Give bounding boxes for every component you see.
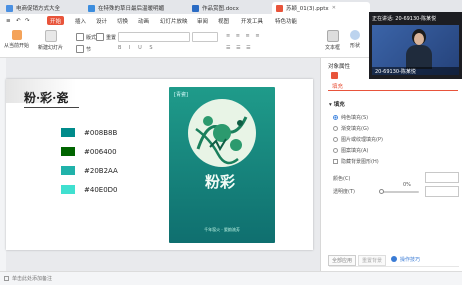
menu-view[interactable]: 视图 xyxy=(215,16,232,25)
document-icon xyxy=(6,4,13,12)
checkbox-hide-background[interactable]: 隐藏背景图形(H) xyxy=(333,158,379,165)
speaking-indicator: 正在讲话: 20-69130-陈某悦 xyxy=(372,16,437,22)
tab-label: 作品赏图.docx xyxy=(202,6,239,12)
fill-section-header[interactable]: ▾ 填充 xyxy=(329,100,345,108)
close-icon[interactable]: ✕ xyxy=(332,5,336,11)
radio-selected-icon xyxy=(333,115,338,120)
tab-article[interactable]: 在特殊的草日最后温暖明媚 xyxy=(84,2,192,14)
menu-design[interactable]: 设计 xyxy=(93,16,110,25)
swatch-label[interactable]: #40E0D0 xyxy=(84,186,118,194)
transparency-slider[interactable] xyxy=(381,191,419,193)
apply-all-button[interactable]: 全部应用 xyxy=(328,255,357,266)
video-call-overlay[interactable]: 正在讲话: 20-69130-陈某悦 20-69130-陈某悦 xyxy=(369,12,462,79)
font-size-select[interactable] xyxy=(192,32,218,42)
shapes-button[interactable]: 形状 xyxy=(350,30,360,49)
tab-label: 电商促销方式大全 xyxy=(16,6,61,12)
poster-tag: [青瓷] xyxy=(174,92,188,98)
menu-slideshow[interactable]: 幻灯片放映 xyxy=(157,16,191,25)
color-swatch[interactable] xyxy=(61,147,75,156)
transparency-input[interactable] xyxy=(425,186,459,197)
reset-background-button[interactable]: 重置背景 xyxy=(358,255,387,266)
person-body xyxy=(406,45,432,69)
transparency-label: 透明度(T) xyxy=(333,189,355,195)
menu-transition[interactable]: 切换 xyxy=(114,16,131,25)
tab-ecommerce[interactable]: 电商促销方式大全 xyxy=(2,2,88,14)
swatch-label[interactable]: #006400 xyxy=(84,148,117,156)
video-frame: 20-69130-陈某悦 xyxy=(372,25,459,75)
document-icon xyxy=(88,4,95,12)
poster-image[interactable]: [青瓷] 粉彩 千年窑火 · 瓷韵流芳 xyxy=(169,87,275,243)
menu-review[interactable]: 审阅 xyxy=(194,16,211,25)
notes-icon xyxy=(4,276,9,281)
checkbox-icon xyxy=(333,159,338,164)
color-swatch[interactable] xyxy=(61,185,75,194)
color-picker[interactable] xyxy=(425,172,459,183)
tab-docx[interactable]: 作品赏图.docx xyxy=(188,2,276,14)
color-swatch[interactable] xyxy=(61,128,75,137)
fill-section-label: 填充 xyxy=(333,102,345,108)
tips-icon[interactable] xyxy=(391,256,397,262)
reset-icon xyxy=(96,33,104,41)
participant-name: 20-69130-陈某悦 xyxy=(375,69,416,75)
menu-home[interactable]: 开始 xyxy=(47,16,65,25)
radio-picture-fill[interactable]: 图片或纹理填充(P) xyxy=(333,136,383,143)
word-icon xyxy=(192,4,199,12)
person-face xyxy=(414,33,424,45)
layout-button[interactable]: 版式 xyxy=(76,33,96,41)
menu-insert[interactable]: 插入 xyxy=(72,16,89,25)
menu-features[interactable]: 特色功能 xyxy=(272,16,300,25)
slider-handle[interactable] xyxy=(379,189,384,194)
radio-icon xyxy=(333,137,338,142)
align-group[interactable]: ☰ ☰ ☰ xyxy=(226,45,253,51)
from-current-button[interactable]: 从当前开始 xyxy=(4,30,29,49)
tips-link[interactable]: 操作技巧 xyxy=(400,256,420,263)
color-swatch[interactable] xyxy=(61,166,75,175)
tab-fill[interactable]: 填充 xyxy=(332,82,343,90)
reset-button[interactable]: 重置 xyxy=(96,33,116,41)
poster-big-characters: 粉彩 xyxy=(205,173,236,191)
ppt-icon xyxy=(276,4,283,12)
tab-label: 苏颖_01(3).pptx xyxy=(286,6,329,12)
radio-pattern-fill[interactable]: 图案填充(A) xyxy=(333,147,368,154)
text-format-group[interactable]: B I U S xyxy=(118,45,156,51)
radio-icon xyxy=(333,126,338,131)
menu-animation[interactable]: 动画 xyxy=(135,16,152,25)
color-label: 颜色(C) xyxy=(333,176,351,182)
tab-label: 在特殊的草日最后温暖明媚 xyxy=(98,6,165,12)
slide-icon xyxy=(44,30,57,42)
menu-developer[interactable]: 开发工具 xyxy=(238,16,266,25)
layout-icon xyxy=(76,33,84,41)
swatch-label[interactable]: #008B8B xyxy=(84,129,117,137)
text-box-icon xyxy=(326,30,339,42)
tab-pptx[interactable]: 苏颖_01(3).pptx ✕ xyxy=(272,2,370,14)
notes-placeholder[interactable]: 单击此处添加备注 xyxy=(12,275,52,282)
transparency-value: 0% xyxy=(403,182,411,188)
title-underline xyxy=(24,107,79,108)
section-icon xyxy=(76,45,84,53)
text-box-button[interactable]: 文本框 xyxy=(325,30,340,51)
play-icon xyxy=(11,30,22,40)
slide[interactable]: 粉·彩·瓷 #008B8B #006400 #20B2AA #40E0D0 [青… xyxy=(6,79,313,250)
radio-solid-fill[interactable]: 纯色填充(S) xyxy=(333,114,368,121)
notes-bar: 单击此处添加备注 xyxy=(0,271,462,285)
papercut-pattern xyxy=(195,116,248,165)
redo-icon[interactable]: ↷ xyxy=(22,16,33,25)
tab-underline xyxy=(328,90,458,91)
radio-gradient-fill[interactable]: 渐变填充(G) xyxy=(333,125,369,132)
shapes-icon xyxy=(350,30,360,40)
font-family-select[interactable] xyxy=(118,32,190,42)
new-slide-button[interactable]: 新建幻灯片 xyxy=(38,30,63,51)
paragraph-group[interactable]: ≡ ≡ ≡ ≡ xyxy=(226,33,262,39)
panel-title: 对象属性 xyxy=(328,64,351,70)
object-properties-panel: 对象属性 填充 ▾ 填充 纯色填充(S) 渐变填充(G) 图片或纹理填充(P) … xyxy=(320,58,462,271)
radio-icon xyxy=(333,148,338,153)
fill-bucket-icon[interactable] xyxy=(331,72,338,79)
slide-title[interactable]: 粉·彩·瓷 xyxy=(24,89,68,106)
section-button[interactable]: 节 xyxy=(76,45,91,53)
poster-small-text: 千年窑火 · 瓷韵流芳 xyxy=(204,227,240,232)
divider xyxy=(329,266,459,267)
swatch-label[interactable]: #20B2AA xyxy=(84,167,118,175)
